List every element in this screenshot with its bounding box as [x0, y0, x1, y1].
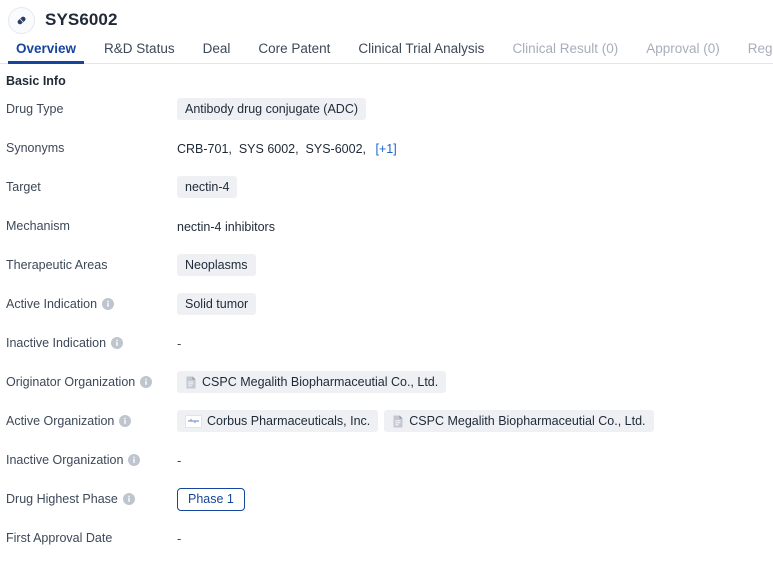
label-drug-highest-phase: Drug Highest Phase — [0, 482, 177, 507]
tab-core-patent[interactable]: Core Patent — [244, 41, 344, 64]
label-drug-type-text: Drug Type — [6, 102, 64, 116]
synonyms-text: CRB-701, SYS 6002, SYS-6002, — [177, 142, 370, 156]
label-target-text: Target — [6, 180, 41, 194]
row-synonyms: Synonyms CRB-701, SYS 6002, SYS-6002, [+… — [0, 131, 773, 170]
value-originator-organization: CSPC Megalith Biopharmaceutial Co., Ltd. — [177, 365, 773, 393]
value-mechanism: nectin-4 inhibitors — [177, 220, 275, 234]
row-mechanism: Mechanism nectin-4 inhibitors — [0, 209, 773, 248]
tab-regulation: Regulation (0) — [747, 41, 773, 56]
value-target: nectin-4 — [177, 170, 773, 198]
label-inactive-indication: Inactive Indication — [0, 326, 177, 351]
row-drug-highest-phase: Drug Highest Phase Phase 1 — [0, 482, 773, 521]
label-drug-highest-phase-text: Drug Highest Phase — [6, 492, 118, 506]
tag-originator-organization[interactable]: CSPC Megalith Biopharmaceutial Co., Ltd. — [177, 371, 447, 393]
tab-bar: Overview R&D Status Deal Core Patent Cli… — [0, 33, 773, 64]
tag-active-indication[interactable]: Solid tumor — [177, 293, 257, 315]
info-icon[interactable] — [128, 454, 141, 466]
label-active-indication-text: Active Indication — [6, 297, 98, 311]
tag-active-organization-cspc[interactable]: CSPC Megalith Biopharmaceutial Co., Ltd. — [384, 410, 654, 432]
capsule-pill-icon — [8, 6, 35, 34]
label-mechanism-text: Mechanism — [6, 219, 70, 233]
document-icon — [185, 376, 197, 389]
tab-approval: Approval (0) — [646, 41, 720, 56]
label-synonyms: Synonyms — [0, 131, 177, 156]
label-originator-organization-text: Originator Organization — [6, 375, 136, 389]
page-title: SYS6002 — [45, 10, 118, 29]
row-first-approval-date: First Approval Date - — [0, 521, 773, 560]
info-icon[interactable] — [102, 298, 115, 310]
tab-clinical-trial-analysis[interactable]: Clinical Trial Analysis — [344, 41, 498, 64]
tag-target[interactable]: nectin-4 — [177, 176, 238, 198]
label-therapeutic-areas-text: Therapeutic Areas — [6, 258, 108, 272]
label-inactive-indication-text: Inactive Indication — [6, 336, 107, 350]
value-synonyms: CRB-701, SYS 6002, SYS-6002, [+1] — [177, 131, 773, 158]
label-synonyms-text: Synonyms — [6, 141, 65, 155]
info-icon[interactable] — [111, 337, 124, 349]
label-target: Target — [0, 170, 177, 195]
info-icon[interactable] — [122, 493, 135, 505]
row-active-indication: Active Indication Solid tumor — [0, 287, 773, 326]
label-active-indication: Active Indication — [0, 287, 177, 312]
row-inactive-indication: Inactive Indication - — [0, 326, 773, 365]
company-logo-icon — [185, 414, 202, 428]
info-icon[interactable] — [140, 376, 153, 388]
row-drug-type: Drug Type Antibody drug conjugate (ADC) — [0, 92, 773, 131]
label-first-approval-date: First Approval Date — [0, 521, 177, 546]
value-inactive-indication: - — [177, 336, 182, 351]
label-active-organization-text: Active Organization — [6, 414, 115, 428]
tab-rd-status[interactable]: R&D Status — [90, 41, 189, 64]
basic-info-table: Drug Type Antibody drug conjugate (ADC) … — [0, 90, 773, 560]
label-therapeutic-areas: Therapeutic Areas — [0, 248, 177, 273]
tab-clinical-result: Clinical Result (0) — [512, 41, 619, 56]
row-inactive-organization: Inactive Organization - — [0, 443, 773, 482]
document-icon — [392, 415, 404, 428]
value-drug-highest-phase: Phase 1 — [177, 482, 773, 511]
tag-active-organization-corbus-label: Corbus Pharmaceuticals, Inc. — [207, 414, 371, 428]
label-inactive-organization: Inactive Organization — [0, 443, 177, 468]
status-badge-phase[interactable]: Phase 1 — [177, 488, 245, 511]
tag-active-organization-cspc-label: CSPC Megalith Biopharmaceutial Co., Ltd. — [409, 414, 646, 428]
info-icon[interactable] — [119, 415, 132, 427]
label-mechanism: Mechanism — [0, 209, 177, 234]
row-originator-organization: Originator Organization CSPC Megalith Bi… — [0, 365, 773, 404]
value-first-approval-date: - — [177, 531, 182, 546]
row-active-organization: Active Organization Corbus Pharmaceutica… — [0, 404, 773, 443]
label-originator-organization: Originator Organization — [0, 365, 177, 390]
section-title-basic-info: Basic Info — [6, 74, 66, 88]
value-active-indication: Solid tumor — [177, 287, 773, 315]
tab-overview[interactable]: Overview — [2, 41, 90, 64]
label-drug-type: Drug Type — [0, 92, 177, 117]
value-drug-type: Antibody drug conjugate (ADC) — [177, 92, 773, 120]
page-header: SYS6002 — [0, 0, 773, 34]
value-therapeutic-areas: Neoplasms — [177, 248, 773, 276]
label-first-approval-date-text: First Approval Date — [6, 531, 113, 545]
label-active-organization: Active Organization — [0, 404, 177, 429]
row-target: Target nectin-4 — [0, 170, 773, 209]
synonyms-more-link[interactable]: [+1] — [375, 140, 396, 158]
label-inactive-organization-text: Inactive Organization — [6, 453, 124, 467]
value-active-organization: Corbus Pharmaceuticals, Inc. CSPC Megali… — [177, 404, 773, 432]
tab-deal[interactable]: Deal — [189, 41, 245, 64]
tag-drug-type[interactable]: Antibody drug conjugate (ADC) — [177, 98, 367, 120]
value-inactive-organization: - — [177, 453, 182, 468]
tag-originator-organization-label: CSPC Megalith Biopharmaceutial Co., Ltd. — [202, 375, 439, 389]
tag-therapeutic-areas[interactable]: Neoplasms — [177, 254, 256, 276]
tag-active-organization-corbus[interactable]: Corbus Pharmaceuticals, Inc. — [177, 410, 379, 432]
row-therapeutic-areas: Therapeutic Areas Neoplasms — [0, 248, 773, 287]
